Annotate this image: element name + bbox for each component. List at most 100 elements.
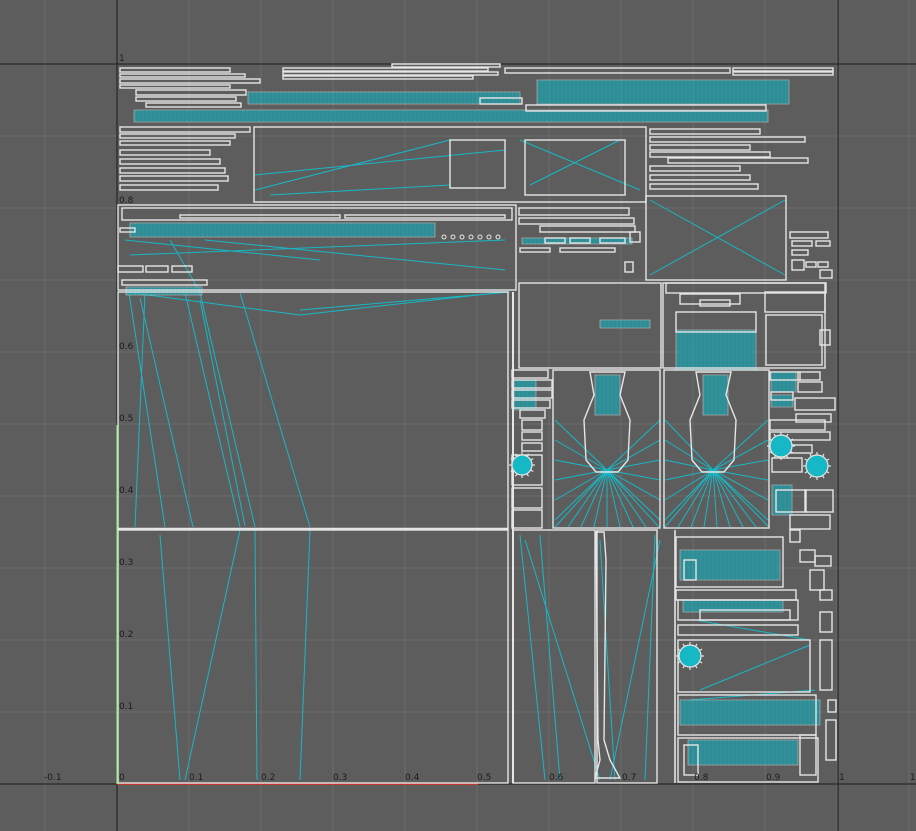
uv-shell <box>459 234 465 240</box>
uv-edge <box>269 184 451 196</box>
uv-shell <box>495 234 501 240</box>
uv-gear-tooth <box>694 643 698 647</box>
uv-edge <box>184 292 241 528</box>
uv-edge <box>159 534 181 781</box>
uv-edge <box>519 139 641 191</box>
uv-gear-tooth <box>773 433 777 437</box>
uv-wireframe-edges <box>124 79 821 781</box>
uv-shell <box>819 589 833 601</box>
uv-shell <box>732 71 834 76</box>
v-tick-label: 0.6 <box>119 342 134 352</box>
v-tick-label: 0.1 <box>119 702 134 712</box>
v-tick-label: 0.2 <box>119 630 134 640</box>
u-tick-label: 0.9 <box>766 773 781 783</box>
uv-shell <box>789 529 801 543</box>
uv-shell <box>819 269 833 279</box>
uv-shell <box>649 174 751 181</box>
uv-shell <box>805 261 817 268</box>
uv-edge <box>699 644 811 691</box>
uv-shell <box>804 489 834 513</box>
uv-gear-tooth <box>682 665 686 669</box>
uv-shell <box>765 314 823 366</box>
uv-edge <box>606 469 647 528</box>
uv-shell <box>282 67 489 72</box>
uv-gear-tooth <box>530 457 534 461</box>
uv-shell <box>649 136 806 143</box>
uv-edge <box>712 469 718 528</box>
uv-edge <box>606 469 621 528</box>
uv-shell <box>797 381 823 393</box>
uv-shell <box>791 259 805 271</box>
uv-edge <box>254 149 506 176</box>
uv-gear-tooth <box>530 469 534 473</box>
uv-edge <box>524 539 601 781</box>
uv-shell <box>119 78 261 84</box>
uv-hatch-strip <box>536 79 790 105</box>
uv-hatch-strip <box>675 329 757 371</box>
uv-gear-shell <box>511 454 533 476</box>
uv-edge <box>609 539 661 781</box>
uv-shell <box>799 549 816 563</box>
uv-shell <box>817 261 829 268</box>
uv-shell <box>675 311 757 333</box>
uv-gear-tooth <box>804 458 808 462</box>
uv-shell <box>519 409 546 419</box>
uv-shell <box>624 261 634 273</box>
uv-edge <box>124 291 301 316</box>
uv-shell <box>791 249 809 256</box>
uv-edge <box>712 469 757 528</box>
uv-shell <box>791 240 813 247</box>
u-tick-label: 0.5 <box>477 773 492 783</box>
uv-shell <box>521 419 543 431</box>
uv-shell <box>511 509 543 529</box>
u-tick-label: 1 <box>839 773 845 783</box>
u-tick-label: 0.2 <box>261 773 276 783</box>
uv-shell <box>521 431 543 441</box>
uv-shell <box>441 234 447 240</box>
uv-shell <box>771 457 803 473</box>
uv-shell <box>282 71 499 76</box>
uv-shell <box>819 611 833 633</box>
uv-edge <box>606 469 634 528</box>
uv-shell <box>511 369 549 379</box>
uv-gear-tooth <box>809 475 813 479</box>
u-tick-label: 0 <box>119 773 125 783</box>
uv-canvas[interactable] <box>0 0 916 831</box>
uv-edge <box>299 291 506 316</box>
uv-shell <box>679 293 741 305</box>
uv-shell <box>794 397 836 411</box>
uv-hatch-strip <box>125 286 203 296</box>
uv-edge <box>529 139 621 186</box>
uv-shell <box>486 234 492 240</box>
uv-edge <box>199 292 256 528</box>
uv-gear-shell <box>805 454 829 478</box>
uv-gear-shell <box>678 644 702 668</box>
uv-edge <box>124 239 321 261</box>
uv-shell <box>119 126 251 133</box>
uv-gear-tooth <box>821 475 825 479</box>
uv-hatch-strip <box>702 374 729 416</box>
uv-gear-tooth <box>699 660 703 664</box>
uv-shell <box>519 247 551 253</box>
v-tick-label: 0.3 <box>119 558 134 568</box>
uv-shell <box>179 214 341 219</box>
uv-shell <box>649 165 741 172</box>
uv-shell <box>819 639 833 691</box>
u-tick-label: -0.1 <box>44 773 62 783</box>
uv-shell <box>559 247 616 253</box>
u-tick-label: 0.4 <box>405 773 420 783</box>
uv-editor-viewport[interactable]: -0.1 0 0.1 0.2 0.3 0.4 0.5 0.6 0.7 0.8 0… <box>0 0 916 831</box>
uv-shell <box>119 73 246 78</box>
uv-gear-tooth <box>526 453 530 457</box>
uv-shell <box>809 569 825 591</box>
uv-shell <box>518 207 630 216</box>
v-tick-label: 0.8 <box>119 196 134 206</box>
uv-gear-shell <box>769 434 793 458</box>
uv-shell <box>677 624 799 636</box>
uv-shell <box>699 299 731 307</box>
uv-shell <box>675 589 797 601</box>
uv-shell <box>827 699 837 713</box>
uv-shell <box>649 183 759 190</box>
uv-edge <box>199 299 246 527</box>
uv-shell <box>789 231 829 239</box>
